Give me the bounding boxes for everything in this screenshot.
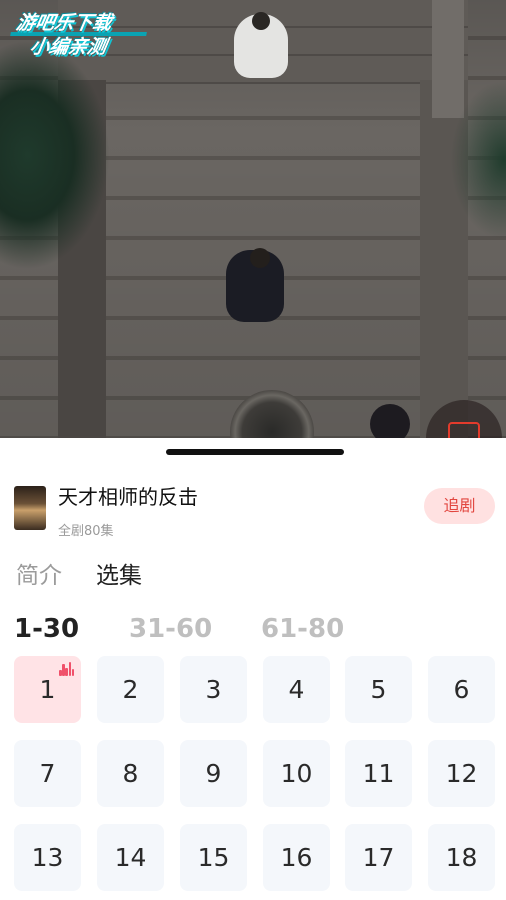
watermark-line1: 游吧乐下载 — [14, 12, 114, 34]
episode-number: 13 — [31, 843, 64, 872]
subtitle-icon — [448, 422, 480, 438]
watermark-line2: 小编亲测 — [28, 36, 109, 58]
scene-person-white — [234, 12, 288, 78]
episode-number: 16 — [280, 843, 313, 872]
drag-handle[interactable] — [166, 449, 344, 455]
episode-number: 14 — [114, 843, 147, 872]
tab-episodes[interactable]: 选集 — [96, 556, 142, 590]
episode-button-14[interactable]: 14 — [97, 824, 164, 891]
range-1-30[interactable]: 1-30 — [14, 614, 79, 644]
range-31-60[interactable]: 31-60 — [129, 614, 212, 644]
episode-button-4[interactable]: 4 — [263, 656, 330, 723]
episode-number: 5 — [370, 675, 387, 704]
episode-number: 8 — [122, 759, 139, 788]
episode-number: 1 — [39, 675, 56, 704]
episode-button-12[interactable]: 12 — [428, 740, 495, 807]
episode-number: 18 — [445, 843, 478, 872]
episode-button-11[interactable]: 11 — [345, 740, 412, 807]
episode-number: 2 — [122, 675, 139, 704]
scene-palm-right — [450, 80, 506, 240]
video-player[interactable]: 游吧乐下载 小编亲测 — [0, 0, 506, 438]
episode-button-13[interactable]: 13 — [14, 824, 81, 891]
episode-button-7[interactable]: 7 — [14, 740, 81, 807]
tab-intro[interactable]: 简介 — [16, 556, 62, 590]
episode-number: 3 — [205, 675, 222, 704]
watermark-logo: 游吧乐下载 小编亲测 — [6, 12, 151, 62]
episode-button-18[interactable]: 18 — [428, 824, 495, 891]
episode-number: 10 — [280, 759, 313, 788]
drama-title: 天才相师的反击 — [58, 485, 198, 509]
episode-number: 4 — [288, 675, 305, 704]
episode-button-15[interactable]: 15 — [180, 824, 247, 891]
drama-cover[interactable] — [14, 486, 46, 530]
episode-button-6[interactable]: 6 — [428, 656, 495, 723]
episode-sheet: 天才相师的反击 全剧80集 追剧 简介 选集 1-30 31-60 61-80 … — [0, 438, 506, 900]
episode-number: 7 — [39, 759, 56, 788]
episode-number: 15 — [197, 843, 230, 872]
episode-number: 6 — [453, 675, 470, 704]
episode-number: 17 — [362, 843, 395, 872]
scene-person-dark — [226, 248, 284, 322]
now-playing-icon — [59, 662, 75, 676]
episode-button-1[interactable]: 1 — [14, 656, 81, 723]
episode-button-16[interactable]: 16 — [263, 824, 330, 891]
drama-info: 天才相师的反击 全剧80集 追剧 — [0, 480, 506, 540]
scene-fountain — [230, 390, 314, 438]
scene-person-corner — [370, 404, 410, 438]
episode-count: 全剧80集 — [58, 524, 114, 539]
episode-button-17[interactable]: 17 — [345, 824, 412, 891]
episode-button-10[interactable]: 10 — [263, 740, 330, 807]
episode-button-2[interactable]: 2 — [97, 656, 164, 723]
episode-button-5[interactable]: 5 — [345, 656, 412, 723]
episode-button-8[interactable]: 8 — [97, 740, 164, 807]
episode-number: 11 — [362, 759, 395, 788]
scene-palm-left — [0, 40, 110, 270]
episode-button-9[interactable]: 9 — [180, 740, 247, 807]
episode-button-3[interactable]: 3 — [180, 656, 247, 723]
episode-number: 12 — [445, 759, 478, 788]
episode-number: 9 — [205, 759, 222, 788]
follow-button[interactable]: 追剧 — [424, 488, 495, 524]
range-61-80[interactable]: 61-80 — [261, 614, 344, 644]
